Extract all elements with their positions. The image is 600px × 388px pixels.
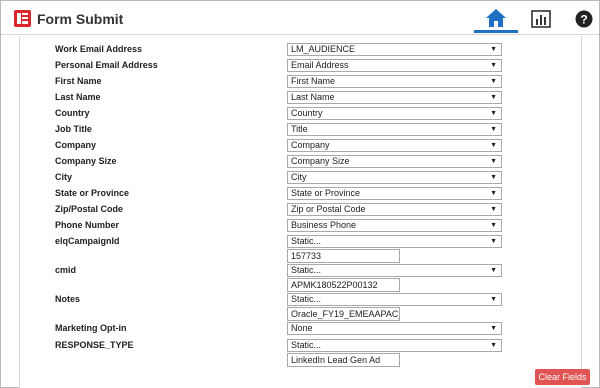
field-label: Company Size bbox=[55, 156, 117, 166]
field-mapping-select[interactable]: Static... ▼ bbox=[287, 293, 502, 306]
field-mapping-select[interactable]: Email Address ▼ bbox=[287, 59, 502, 72]
help-icon: ? bbox=[575, 10, 593, 28]
field-label: Job Title bbox=[55, 124, 92, 134]
select-value: Business Phone bbox=[291, 220, 357, 230]
static-value-input[interactable]: LinkedIn Lead Gen Ad bbox=[287, 353, 400, 367]
chevron-down-icon: ▼ bbox=[490, 46, 497, 53]
select-value: Static... bbox=[291, 236, 322, 246]
field-mapping-select[interactable]: None ▼ bbox=[287, 322, 502, 335]
chevron-down-icon: ▼ bbox=[490, 267, 497, 274]
field-mapping-select[interactable]: Country ▼ bbox=[287, 107, 502, 120]
select-value: LM_AUDIENCE bbox=[291, 44, 356, 54]
field-mapping-select[interactable]: City ▼ bbox=[287, 171, 502, 184]
select-value: First Name bbox=[291, 76, 336, 86]
field-label: Work Email Address bbox=[55, 44, 143, 54]
field-mapping-select[interactable]: Last Name ▼ bbox=[287, 91, 502, 104]
field-mapping-select[interactable]: First Name ▼ bbox=[287, 75, 502, 88]
home-icon bbox=[486, 8, 506, 27]
field-mapping-select[interactable]: Zip or Postal Code ▼ bbox=[287, 203, 502, 216]
select-value: Static... bbox=[291, 265, 322, 275]
svg-text:?: ? bbox=[580, 13, 587, 27]
field-label: Phone Number bbox=[55, 220, 120, 230]
chevron-down-icon: ▼ bbox=[490, 126, 497, 133]
select-value: Email Address bbox=[291, 60, 349, 70]
chevron-down-icon: ▼ bbox=[490, 238, 497, 245]
field-label: Company bbox=[55, 140, 97, 150]
select-value: State or Province bbox=[291, 188, 361, 198]
select-value: Country bbox=[291, 108, 323, 118]
chart-icon bbox=[531, 10, 551, 28]
field-mapping-select[interactable]: LM_AUDIENCE ▼ bbox=[287, 43, 502, 56]
field-label: RESPONSE_TYPE bbox=[55, 340, 134, 350]
chevron-down-icon: ▼ bbox=[490, 174, 497, 181]
chevron-down-icon: ▼ bbox=[490, 342, 497, 349]
chevron-down-icon: ▼ bbox=[490, 296, 497, 303]
form-submit-window: Form Submit ? Work Email Address LM_AUDIE… bbox=[0, 0, 600, 388]
select-value: Zip or Postal Code bbox=[291, 204, 366, 214]
field-mapping-select[interactable]: Static... ▼ bbox=[287, 264, 502, 277]
select-value: Company bbox=[291, 140, 330, 150]
page-title: Form Submit bbox=[37, 11, 124, 27]
field-label: Notes bbox=[55, 294, 81, 304]
chevron-down-icon: ▼ bbox=[490, 206, 497, 213]
reports-tab[interactable] bbox=[527, 5, 555, 33]
field-label: cmid bbox=[55, 265, 77, 275]
chevron-down-icon: ▼ bbox=[490, 110, 497, 117]
chevron-down-icon: ▼ bbox=[490, 62, 497, 69]
help-button[interactable]: ? bbox=[573, 5, 595, 33]
select-value: None bbox=[291, 323, 313, 333]
static-value-input[interactable]: Oracle_FY19_EMEAAPAC_ bbox=[287, 307, 400, 321]
field-mapping-select[interactable]: Business Phone ▼ bbox=[287, 219, 502, 232]
chevron-down-icon: ▼ bbox=[490, 190, 497, 197]
field-mapping-select[interactable]: Static... ▼ bbox=[287, 235, 502, 248]
field-mapping-select[interactable]: Static... ▼ bbox=[287, 339, 502, 352]
field-mapping-select[interactable]: Title ▼ bbox=[287, 123, 502, 136]
static-value-input[interactable]: APMK180522P00132 bbox=[287, 278, 400, 292]
field-mapping-select[interactable]: Company ▼ bbox=[287, 139, 502, 152]
field-mapping-select[interactable]: State or Province ▼ bbox=[287, 187, 502, 200]
clear-fields-button[interactable]: Clear Fields bbox=[535, 369, 590, 385]
field-label: Last Name bbox=[55, 92, 101, 102]
chevron-down-icon: ▼ bbox=[490, 142, 497, 149]
chevron-down-icon: ▼ bbox=[490, 94, 497, 101]
chevron-down-icon: ▼ bbox=[490, 325, 497, 332]
select-value: Title bbox=[291, 124, 308, 134]
field-label: State or Province bbox=[55, 188, 130, 198]
chevron-down-icon: ▼ bbox=[490, 78, 497, 85]
select-value: Static... bbox=[291, 294, 322, 304]
select-value: Last Name bbox=[291, 92, 335, 102]
chevron-down-icon: ▼ bbox=[490, 158, 497, 165]
form-submit-app-icon bbox=[14, 10, 31, 27]
home-tab[interactable] bbox=[474, 5, 518, 33]
field-label: Zip/Postal Code bbox=[55, 204, 124, 214]
static-value-input[interactable]: 157733 bbox=[287, 249, 400, 263]
field-label: City bbox=[55, 172, 73, 182]
select-value: Company Size bbox=[291, 156, 350, 166]
field-label: First Name bbox=[55, 76, 102, 86]
field-label: elqCampaignId bbox=[55, 236, 120, 246]
field-label: Marketing Opt-in bbox=[55, 323, 127, 333]
field-mapping-select[interactable]: Company Size ▼ bbox=[287, 155, 502, 168]
select-value: Static... bbox=[291, 340, 322, 350]
field-label: Personal Email Address bbox=[55, 60, 158, 70]
field-label: Country bbox=[55, 108, 90, 118]
header-bar: Form Submit ? bbox=[1, 1, 599, 35]
select-value: City bbox=[291, 172, 307, 182]
chevron-down-icon: ▼ bbox=[490, 222, 497, 229]
